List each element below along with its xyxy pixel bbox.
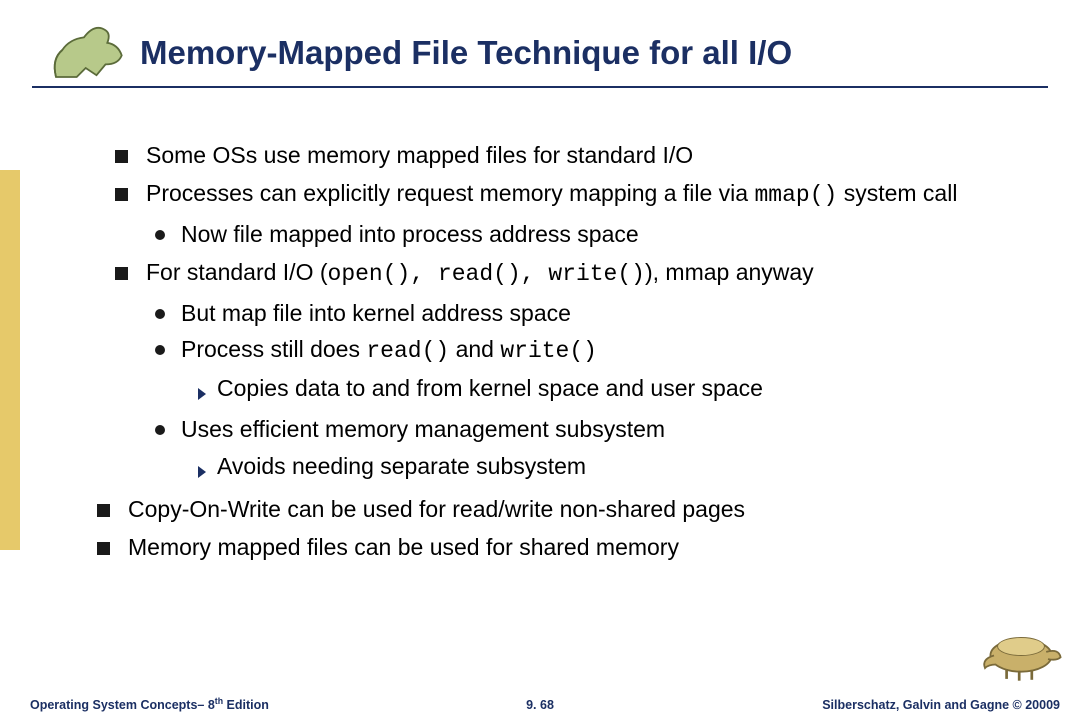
text-fragment: ), mmap anyway <box>645 259 814 285</box>
sub-bullet-item: But map file into kernel address space <box>155 300 1045 326</box>
text-fragment: Processes can explicitly request memory … <box>146 180 754 206</box>
code-fragment: write() <box>500 338 597 364</box>
bullet-item: Memory mapped files can be used for shar… <box>97 534 1045 560</box>
text-fragment: Process still does <box>181 336 366 362</box>
slide-title: Memory-Mapped File Technique for all I/O <box>140 34 792 72</box>
arrow-bullet-icon <box>197 458 207 484</box>
bullet-text: Process still does read() and write() <box>181 336 1045 364</box>
bullet-item: Processes can explicitly request memory … <box>115 180 1045 208</box>
arrow-bullet-icon <box>197 380 207 406</box>
slide: Memory-Mapped File Technique for all I/O… <box>0 0 1080 720</box>
disc-bullet-icon <box>155 345 165 355</box>
subsub-bullet-item: Avoids needing separate subsystem <box>197 453 1045 484</box>
bullet-text: Processes can explicitly request memory … <box>146 180 1045 208</box>
bullet-text: Memory mapped files can be used for shar… <box>128 534 1045 560</box>
code-fragment: read() <box>366 338 449 364</box>
code-fragment: mmap() <box>754 182 837 208</box>
square-bullet-icon <box>115 267 128 280</box>
disc-bullet-icon <box>155 230 165 240</box>
bullet-text: Some OSs use memory mapped files for sta… <box>146 142 1045 168</box>
bullet-text: Avoids needing separate subsystem <box>217 453 1045 479</box>
footer: Operating System Concepts– 8th Edition 9… <box>0 690 1080 720</box>
square-bullet-icon <box>97 542 110 555</box>
bullet-text: Uses efficient memory management subsyst… <box>181 416 1045 442</box>
square-bullet-icon <box>115 188 128 201</box>
text-fragment: For standard I/O ( <box>146 259 328 285</box>
bullet-item: Copy-On-Write can be used for read/write… <box>97 496 1045 522</box>
disc-bullet-icon <box>155 309 165 319</box>
bullet-text: But map file into kernel address space <box>181 300 1045 326</box>
disc-bullet-icon <box>155 425 165 435</box>
sub-bullet-item: Now file mapped into process address spa… <box>155 221 1045 247</box>
dinosaur-bottom-icon <box>976 618 1066 684</box>
footer-right: Silberschatz, Galvin and Gagne © 20009 <box>822 698 1060 712</box>
square-bullet-icon <box>97 504 110 517</box>
bullet-text: Copies data to and from kernel space and… <box>217 375 1045 401</box>
bullet-text: For standard I/O (open(), read(), write(… <box>146 259 1045 287</box>
title-underline <box>32 86 1048 88</box>
square-bullet-icon <box>115 150 128 163</box>
sub-bullet-item: Uses efficient memory management subsyst… <box>155 416 1045 442</box>
text-fragment: system call <box>837 180 957 206</box>
side-accent-bar <box>0 170 20 550</box>
dinosaur-top-icon <box>40 14 135 86</box>
text-fragment: and <box>449 336 500 362</box>
content-area: Some OSs use memory mapped files for sta… <box>115 130 1045 573</box>
subsub-bullet-item: Copies data to and from kernel space and… <box>197 375 1045 406</box>
bullet-text: Copy-On-Write can be used for read/write… <box>128 496 1045 522</box>
code-fragment: open(), read(), write() <box>328 261 645 287</box>
sub-bullet-item: Process still does read() and write() <box>155 336 1045 364</box>
bullet-item: Some OSs use memory mapped files for sta… <box>115 142 1045 168</box>
bullet-text: Now file mapped into process address spa… <box>181 221 1045 247</box>
bullet-item: For standard I/O (open(), read(), write(… <box>115 259 1045 287</box>
